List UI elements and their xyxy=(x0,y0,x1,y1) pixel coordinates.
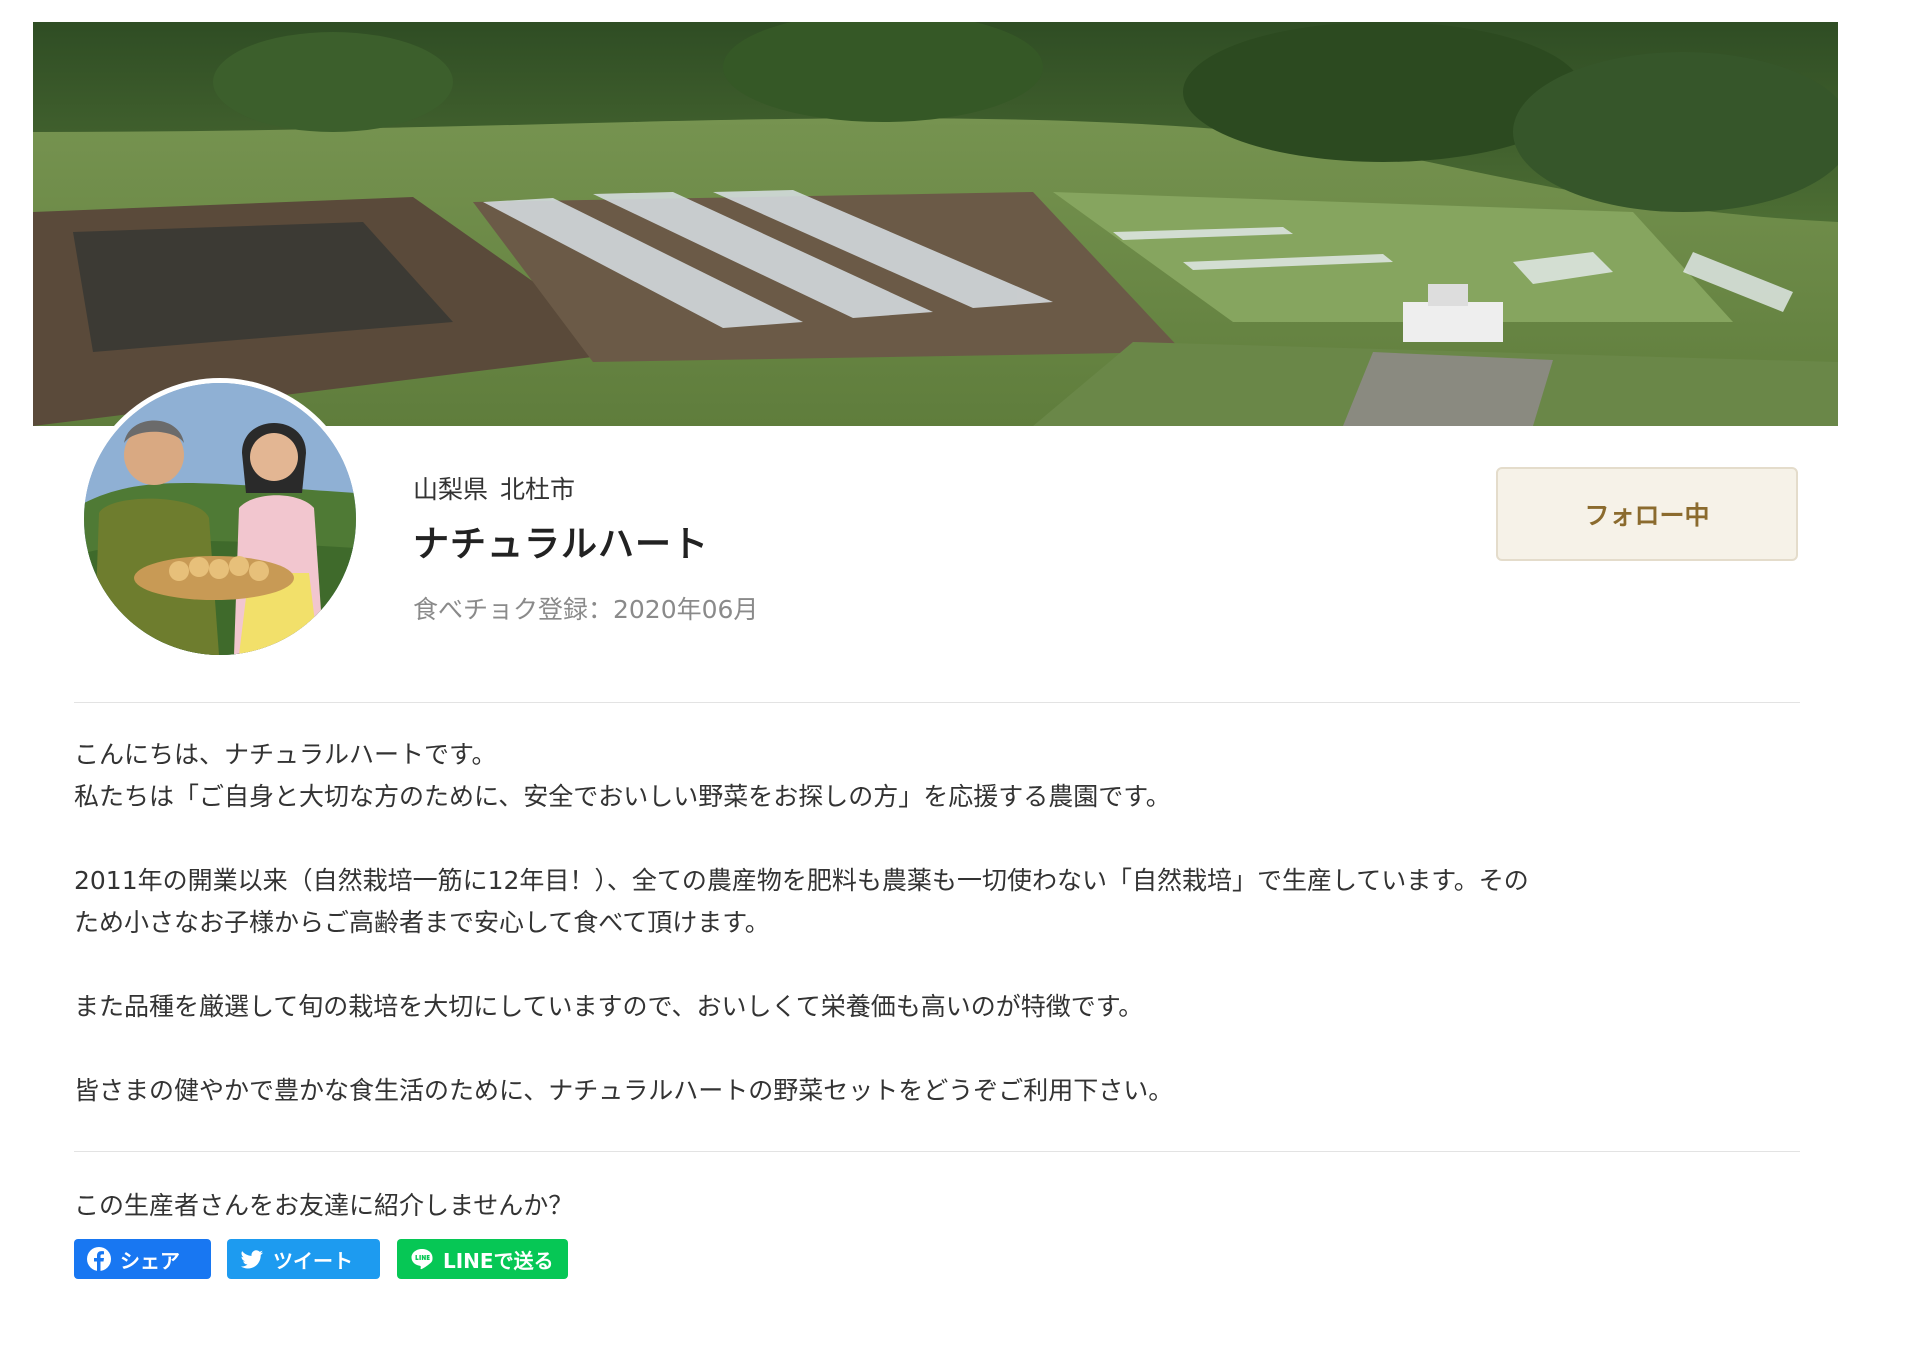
twitter-tweet-button[interactable]: ツイート xyxy=(227,1239,380,1279)
follow-button[interactable]: フォロー中 xyxy=(1496,467,1798,561)
share-prompt: この生産者さんをお友達に紹介しませんか？ xyxy=(74,1191,574,1220)
producer-introduction: こんにちは、ナチュラルハートです。 私たちは「ご自身と大切な方のために、安全でお… xyxy=(74,734,1814,1112)
farm-landscape-image xyxy=(33,22,1838,426)
divider xyxy=(74,1151,1800,1152)
producer-name: ナチュラルハート xyxy=(413,524,710,565)
intro-line: また品種を厳選して旬の栽培を大切にしていますので、おいしくて栄養価も高いのが特徴… xyxy=(74,992,1144,1021)
line-send-label: LINEで送る xyxy=(443,1248,554,1273)
facebook-icon xyxy=(87,1247,111,1271)
cover-photo xyxy=(33,22,1838,426)
prefecture-text: 山梨県 xyxy=(413,475,489,504)
intro-line: 皆さまの健やかで豊かな食生活のために、ナチュラルハートの野菜セットをどうぞご利用… xyxy=(74,1076,1174,1105)
line-send-button[interactable]: LINEで送る xyxy=(397,1239,568,1279)
avatar-photo xyxy=(84,383,356,655)
intro-line: こんにちは、ナチュラルハートです。 xyxy=(74,740,497,769)
facebook-share-button[interactable]: シェア xyxy=(74,1239,211,1279)
divider xyxy=(74,702,1800,703)
twitter-bird-icon xyxy=(240,1250,263,1269)
producer-location: 山梨県 北杜市 xyxy=(413,470,575,506)
intro-line: 私たちは「ご自身と大切な方のために、安全でおいしい野菜をお探しの方」を応援する農… xyxy=(74,782,1171,811)
facebook-share-label: シェア xyxy=(120,1248,180,1273)
registration-date: 食べチョク登録：2020年06月 xyxy=(413,595,759,624)
producer-avatar xyxy=(79,378,361,660)
twitter-tweet-label: ツイート xyxy=(273,1248,353,1273)
producers-photo-image xyxy=(84,383,356,655)
intro-line: 2011年の開業以来（自然栽培一筋に12年目！）、全ての農産物を肥料も農薬も一切… xyxy=(74,866,1529,895)
city-text: 北杜市 xyxy=(500,475,576,504)
intro-line: ため小さなお子様からご高齢者まで安心して食べて頂けます。 xyxy=(74,908,770,937)
line-icon xyxy=(411,1249,433,1270)
